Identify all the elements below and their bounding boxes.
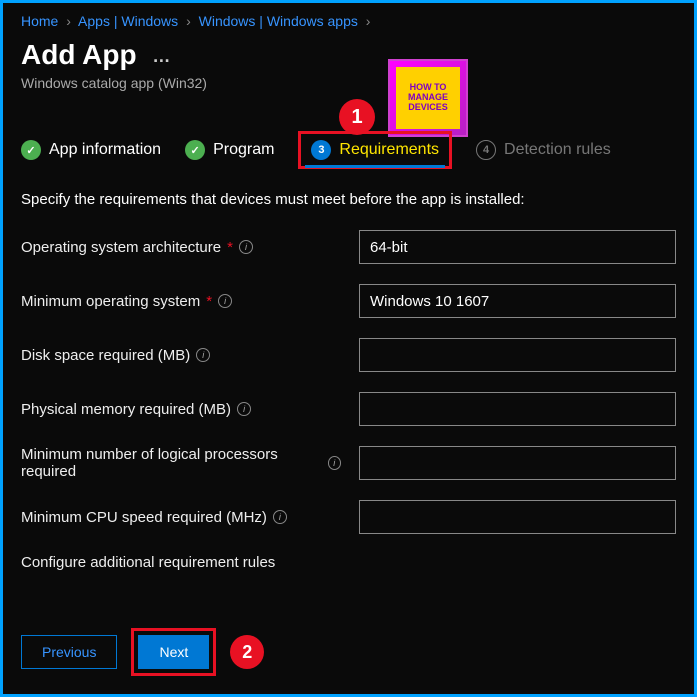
- step-number-icon: 3: [311, 140, 331, 160]
- annotation-callout-1: 1: [339, 99, 375, 135]
- check-icon: ✓: [185, 140, 205, 160]
- breadcrumb-link[interactable]: Apps | Windows: [78, 13, 178, 29]
- wizard-steps: ✓ App information ✓ Program 3 Requiremen…: [21, 131, 676, 169]
- info-icon[interactable]: i: [196, 348, 210, 362]
- required-icon: *: [227, 239, 233, 256]
- chevron-right-icon: ›: [186, 13, 191, 29]
- previous-button[interactable]: Previous: [21, 635, 117, 669]
- section-description: Specify the requirements that devices mu…: [21, 191, 676, 208]
- brand-logo: HOW TO MANAGE DEVICES: [388, 59, 468, 137]
- input-cpu-speed[interactable]: [359, 500, 676, 534]
- page-title: Add App …: [21, 39, 676, 71]
- step-app-information[interactable]: ✓ App information: [21, 140, 161, 160]
- more-icon[interactable]: …: [152, 46, 170, 66]
- step-program[interactable]: ✓ Program: [185, 140, 274, 160]
- annotation-callout-2: 2: [230, 635, 264, 669]
- info-icon[interactable]: i: [328, 456, 341, 470]
- info-icon[interactable]: i: [273, 510, 287, 524]
- input-physical-memory[interactable]: [359, 392, 676, 426]
- label-physical-memory: Physical memory required (MB) i: [21, 401, 341, 418]
- label-additional-rules: Configure additional requirement rules: [21, 554, 676, 571]
- required-icon: *: [206, 293, 212, 310]
- info-icon[interactable]: i: [237, 402, 251, 416]
- step-detection-rules: 4 Detection rules: [476, 140, 611, 160]
- breadcrumb: Home › Apps | Windows › Windows | Window…: [21, 13, 676, 29]
- step-number-icon: 4: [476, 140, 496, 160]
- input-min-os[interactable]: [359, 284, 676, 318]
- label-disk-space: Disk space required (MB) i: [21, 347, 341, 364]
- chevron-right-icon: ›: [366, 13, 371, 29]
- page-subtitle: Windows catalog app (Win32): [21, 75, 676, 91]
- chevron-right-icon: ›: [66, 13, 71, 29]
- label-logical-processors: Minimum number of logical processors req…: [21, 446, 341, 480]
- step-requirements[interactable]: 3 Requirements: [311, 140, 439, 160]
- input-logical-processors[interactable]: [359, 446, 676, 480]
- check-icon: ✓: [21, 140, 41, 160]
- breadcrumb-link[interactable]: Windows | Windows apps: [199, 13, 358, 29]
- breadcrumb-link[interactable]: Home: [21, 13, 58, 29]
- label-cpu-speed: Minimum CPU speed required (MHz) i: [21, 509, 341, 526]
- info-icon[interactable]: i: [218, 294, 232, 308]
- label-os-architecture: Operating system architecture * i: [21, 239, 341, 256]
- input-os-architecture[interactable]: [359, 230, 676, 264]
- next-button[interactable]: Next: [138, 635, 209, 669]
- label-min-os: Minimum operating system * i: [21, 293, 341, 310]
- info-icon[interactable]: i: [239, 240, 253, 254]
- input-disk-space[interactable]: [359, 338, 676, 372]
